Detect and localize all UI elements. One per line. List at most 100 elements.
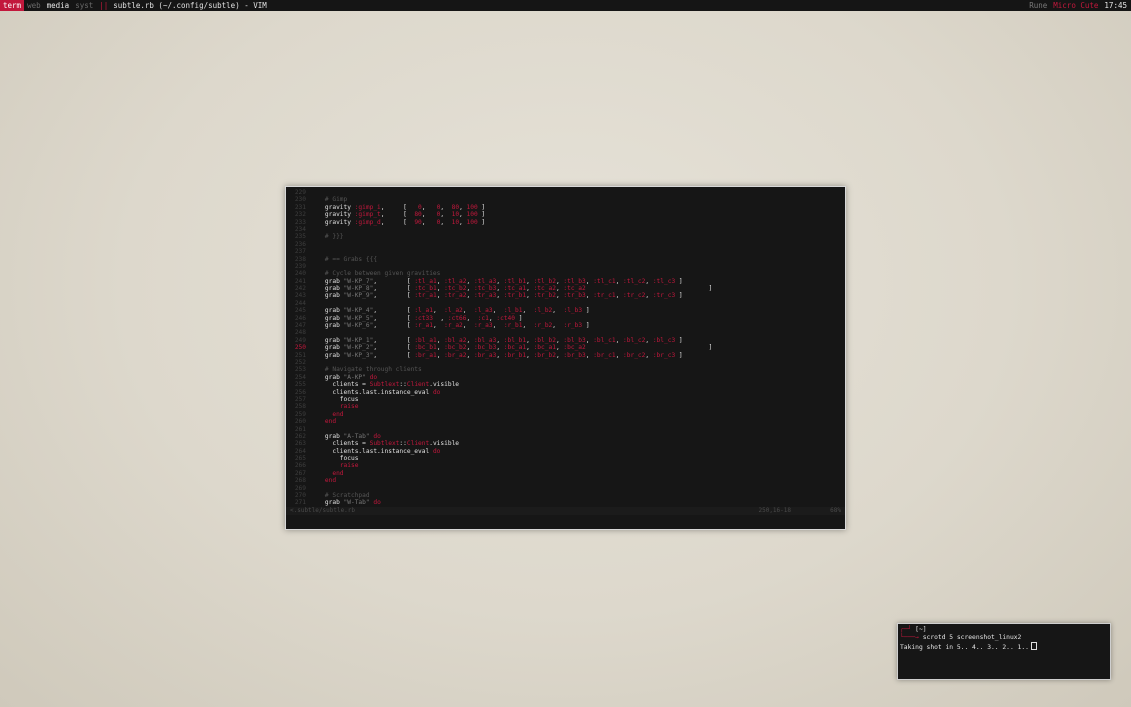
line-number: 254 bbox=[294, 373, 306, 381]
code-line[interactable]: 239 bbox=[286, 263, 845, 270]
line-number: 259 bbox=[294, 410, 306, 418]
code-text: # Gimp bbox=[324, 196, 348, 204]
code-line[interactable]: 233 gravity :gimp_d, [ 90, 0, 10, 100 ] bbox=[286, 219, 845, 226]
code-text: # Scratchpad bbox=[324, 492, 370, 500]
code-text: grab "W-KP_7", [ :tl_a1, :tl_a2, :tl_a3,… bbox=[310, 277, 683, 285]
code-line[interactable]: 252 bbox=[286, 359, 845, 366]
code-text: grab "W-KP_5", [ :ct33 , :ct66, :c1, :ct… bbox=[310, 314, 523, 322]
code-line[interactable]: 265 focus bbox=[286, 455, 845, 462]
line-number: 247 bbox=[294, 322, 306, 330]
code-text: grab "W-KP_2", [ :bc_b1, :bc_b2, :bc_b3,… bbox=[310, 344, 713, 352]
code-line[interactable]: 261 bbox=[286, 426, 845, 433]
sublet-rune[interactable]: Rune bbox=[1026, 0, 1050, 11]
code-line[interactable]: 232 gravity :gimp_t, [ 80, 0, 10, 100 ] bbox=[286, 211, 845, 218]
code-line[interactable]: 231 gravity :gimp_i, [ 0, 0, 80, 100 ] bbox=[286, 204, 845, 211]
code-line[interactable]: 241 grab "W-KP_7", [ :tl_a1, :tl_a2, :tl… bbox=[286, 278, 845, 285]
code-line[interactable]: 234 bbox=[286, 226, 845, 233]
code-line[interactable]: 244 bbox=[286, 300, 845, 307]
line-number: 258 bbox=[294, 403, 306, 411]
line-number: 269 bbox=[294, 484, 306, 492]
code-line[interactable]: 262 grab "A-Tab" do bbox=[286, 433, 845, 440]
line-number: 248 bbox=[294, 329, 306, 337]
line-number: 249 bbox=[294, 336, 306, 344]
line-number: 262 bbox=[294, 432, 306, 440]
code-line[interactable]: 229 bbox=[286, 189, 845, 196]
status-percent: 68% bbox=[830, 507, 841, 514]
code-text: clients = Subtlext::Client.visible bbox=[310, 440, 460, 448]
code-line[interactable]: 259 end bbox=[286, 411, 845, 418]
line-number: 246 bbox=[294, 314, 306, 322]
line-number: 256 bbox=[294, 388, 306, 396]
code-line[interactable]: 238 # == Grabs {{{ bbox=[286, 256, 845, 263]
terminal-prompt-line: ┌─┘ [~] bbox=[900, 626, 1108, 634]
code-line[interactable]: 237 bbox=[286, 248, 845, 255]
vim-window[interactable]: 229 230 # Gimp 231 gravity :gimp_i, [ 0, 0… bbox=[285, 186, 846, 530]
line-number: 240 bbox=[294, 270, 306, 278]
code-line[interactable]: 250 grab "W-KP_2", [ :bc_b1, :bc_b2, :bc… bbox=[286, 344, 845, 351]
line-number: 257 bbox=[294, 395, 306, 403]
code-line[interactable]: 266 raise bbox=[286, 462, 845, 469]
code-text: grab "W-Tab" do bbox=[310, 499, 381, 507]
code-line[interactable]: 245 grab "W-KP_4", [ :l_a1, :l_a2, :l_a3… bbox=[286, 307, 845, 314]
code-line[interactable]: 240 # Cycle between given gravities bbox=[286, 270, 845, 277]
line-number: 233 bbox=[294, 218, 306, 226]
panel-right: Rune Micro Cute 17:45 bbox=[1026, 0, 1131, 11]
code-text: grab "W-KP_4", [ :l_a1, :l_a2, :l_a3, :l… bbox=[310, 307, 590, 315]
code-line[interactable]: 255 clients = Subtlext::Client.visible bbox=[286, 381, 845, 388]
line-number: 260 bbox=[294, 418, 306, 426]
code-line[interactable]: 235 # }}} bbox=[286, 233, 845, 240]
code-text: end bbox=[332, 469, 344, 477]
code-line[interactable]: 246 grab "W-KP_5", [ :ct33 , :ct66, :c1,… bbox=[286, 315, 845, 322]
line-number: 267 bbox=[294, 469, 306, 477]
code-text: # == Grabs {{{ bbox=[324, 255, 378, 263]
sublet-micro-cute[interactable]: Micro Cute bbox=[1050, 0, 1101, 11]
line-number: 242 bbox=[294, 285, 306, 293]
code-line[interactable]: 253 # Navigate through clients bbox=[286, 366, 845, 373]
prompt-corner-icon: ┌─┘ bbox=[900, 626, 912, 633]
vim-buffer[interactable]: 229 230 # Gimp 231 gravity :gimp_i, [ 0, 0… bbox=[286, 189, 845, 507]
code-line[interactable]: 254 grab "A-KP" do bbox=[286, 374, 845, 381]
code-line[interactable]: 260 end bbox=[286, 418, 845, 425]
code-line[interactable]: 248 bbox=[286, 329, 845, 336]
code-line[interactable]: 267 end bbox=[286, 470, 845, 477]
line-number: 239 bbox=[294, 262, 306, 270]
code-line[interactable]: 257 focus bbox=[286, 396, 845, 403]
code-line[interactable]: 251 grab "W-KP_3", [ :br_a1, :br_a2, :br… bbox=[286, 352, 845, 359]
view-tab-term[interactable]: term bbox=[0, 0, 25, 11]
prompt-dir: [~] bbox=[915, 626, 927, 633]
view-tab-syst[interactable]: syst bbox=[72, 0, 96, 11]
top-panel: term web media syst || subtle.rb (~/.con… bbox=[0, 0, 1131, 11]
code-line[interactable]: 269 bbox=[286, 485, 845, 492]
code-line[interactable]: 256 clients.last.instance_eval do bbox=[286, 389, 845, 396]
code-text: raise bbox=[339, 462, 359, 470]
code-line[interactable]: 242 grab "W-KP_8", [ :tc_b1, :tc_b2, :tc… bbox=[286, 285, 845, 292]
code-text: # Navigate through clients bbox=[324, 366, 422, 374]
code-line[interactable]: 247 grab "W-KP_6", [ :r_a1, :r_a2, :r_a3… bbox=[286, 322, 845, 329]
line-number: 230 bbox=[294, 196, 306, 204]
code-text: gravity :gimp_d, [ 90, 0, 10, 100 ] bbox=[310, 218, 486, 226]
terminal-command-line: └───→ scrotd 5 screenshot_linux2 bbox=[900, 634, 1108, 642]
code-line[interactable]: 230 # Gimp bbox=[286, 196, 845, 203]
terminal-output-line: Taking shot in 5.. 4.. 3.. 2.. 1.. bbox=[900, 642, 1108, 652]
terminal-window[interactable]: ┌─┘ [~] └───→ scrotd 5 screenshot_linux2… bbox=[897, 623, 1111, 680]
line-number: 266 bbox=[294, 462, 306, 470]
line-number: 231 bbox=[294, 203, 306, 211]
code-line[interactable]: 243 grab "W-KP_9", [ :tr_a1, :tr_a2, :tr… bbox=[286, 292, 845, 299]
prompt-arrow-icon: └───→ bbox=[900, 634, 919, 641]
code-text: # Cycle between given gravities bbox=[324, 270, 441, 278]
clock: 17:45 bbox=[1104, 1, 1127, 10]
view-tab-web[interactable]: web bbox=[24, 0, 44, 11]
code-line[interactable]: 263 clients = Subtlext::Client.visible bbox=[286, 440, 845, 447]
code-line[interactable]: 271 grab "W-Tab" do bbox=[286, 499, 845, 506]
code-line[interactable]: 268 end bbox=[286, 477, 845, 484]
code-line[interactable]: 258 raise bbox=[286, 403, 845, 410]
code-line[interactable]: 236 bbox=[286, 241, 845, 248]
panel-separator: || bbox=[99, 1, 109, 10]
code-line[interactable]: 270 # Scratchpad bbox=[286, 492, 845, 499]
line-number: 271 bbox=[294, 499, 306, 507]
code-line[interactable]: 249 grab "W-KP_1", [ :bl_a1, :bl_a2, :bl… bbox=[286, 337, 845, 344]
code-text: raise bbox=[339, 403, 359, 411]
view-tab-media[interactable]: media bbox=[44, 0, 73, 11]
code-line[interactable]: 264 clients.last.instance_eval do bbox=[286, 448, 845, 455]
code-text: end bbox=[324, 418, 337, 426]
